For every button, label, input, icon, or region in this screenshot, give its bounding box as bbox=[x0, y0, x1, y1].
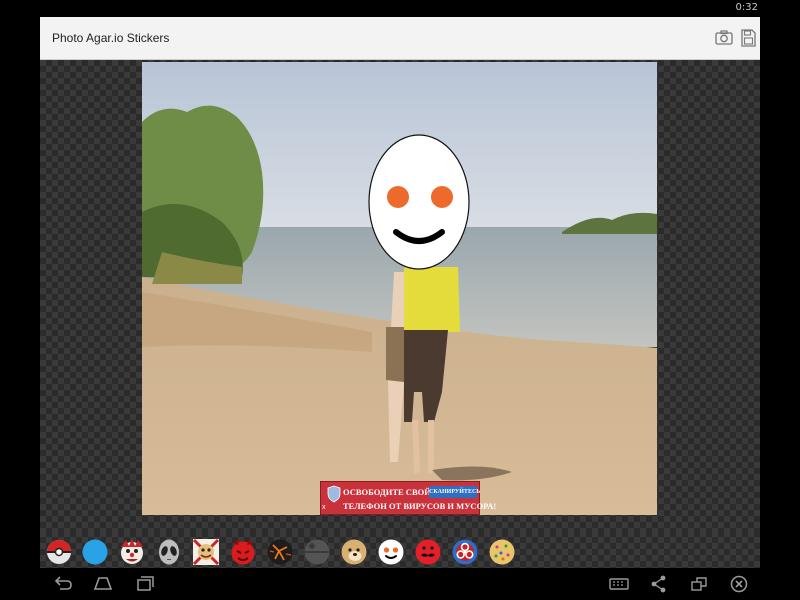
sticker-strip bbox=[40, 531, 760, 568]
sticker-bowser[interactable] bbox=[191, 537, 221, 567]
camera-button[interactable] bbox=[712, 26, 736, 50]
window-resize-icon bbox=[691, 577, 707, 591]
window-button[interactable] bbox=[688, 574, 710, 594]
sticker-smiley[interactable] bbox=[376, 537, 406, 567]
app-title: Photo Agar.io Stickers bbox=[52, 31, 170, 45]
editor-canvas: ОСВОБОДИТЕ СВОЙ ТЕЛЕФОН ОТ ВИРУСОВ И МУС… bbox=[40, 60, 760, 531]
cookie-icon bbox=[489, 539, 515, 565]
doge-face-icon bbox=[341, 539, 367, 565]
ad-close-button[interactable]: x bbox=[322, 504, 326, 512]
keyboard-icon bbox=[609, 578, 629, 590]
status-bar: 0:32 bbox=[0, 0, 800, 17]
sticker-blue-cell[interactable] bbox=[80, 537, 110, 567]
red-devil-icon bbox=[231, 539, 255, 565]
back-button[interactable] bbox=[52, 574, 74, 594]
share-button[interactable] bbox=[648, 574, 670, 594]
sticker-red-devil[interactable] bbox=[228, 537, 258, 567]
ad-banner[interactable]: ОСВОБОДИТЕ СВОЙ ТЕЛЕФОН ОТ ВИРУСОВ И МУС… bbox=[320, 481, 496, 515]
mustache-face-icon bbox=[415, 539, 441, 565]
sticker-clown[interactable] bbox=[117, 537, 147, 567]
home-icon bbox=[93, 577, 113, 590]
biohazard-icon bbox=[452, 539, 478, 565]
sticker-cookie[interactable] bbox=[487, 537, 517, 567]
death-star-icon bbox=[304, 539, 330, 565]
sticker-pokeball[interactable] bbox=[44, 537, 74, 567]
shield-icon bbox=[327, 485, 341, 503]
keyboard-button[interactable] bbox=[608, 574, 630, 594]
floppy-disk-icon bbox=[741, 29, 756, 47]
sticker-biohazard[interactable] bbox=[450, 537, 480, 567]
share-icon bbox=[651, 575, 666, 593]
blue-circle-icon bbox=[82, 539, 108, 565]
lava-ball-icon bbox=[267, 539, 293, 565]
sticker-alien[interactable] bbox=[154, 537, 184, 567]
status-clock: 0:32 bbox=[735, 2, 758, 13]
exit-button[interactable] bbox=[728, 574, 750, 594]
camera-icon bbox=[715, 30, 733, 45]
recent-apps-icon bbox=[137, 576, 154, 591]
sticker-doge[interactable] bbox=[339, 537, 369, 567]
save-button[interactable] bbox=[736, 26, 760, 50]
clown-face-icon bbox=[121, 539, 143, 564]
home-button[interactable] bbox=[92, 574, 114, 594]
app-window: Photo Agar.io Stickers ОСВОБОДИТЕ СВОЙ Т… bbox=[40, 17, 760, 568]
action-bar: Photo Agar.io Stickers bbox=[40, 17, 760, 60]
back-icon bbox=[54, 576, 72, 590]
sticker-lava[interactable] bbox=[265, 537, 295, 567]
sticker-mustache[interactable] bbox=[413, 537, 443, 567]
bowser-face-icon bbox=[192, 538, 220, 566]
ad-headline: ОСВОБОДИТЕ СВОЙ bbox=[343, 487, 431, 497]
recents-button[interactable] bbox=[133, 574, 155, 594]
smiley-face-icon bbox=[378, 539, 404, 565]
sticker-death-star[interactable] bbox=[302, 537, 332, 567]
beach-photo bbox=[142, 62, 657, 515]
pokeball-icon bbox=[47, 540, 71, 564]
system-nav-bar bbox=[0, 568, 800, 600]
close-circle-icon bbox=[730, 575, 748, 593]
alien-face-icon bbox=[159, 539, 179, 565]
ad-scan-button[interactable]: СКАНИРУЙТЕСЬ bbox=[429, 486, 480, 498]
ad-subline: ТЕЛЕФОН ОТ ВИРУСОВ И МУСОРА! bbox=[343, 501, 497, 511]
